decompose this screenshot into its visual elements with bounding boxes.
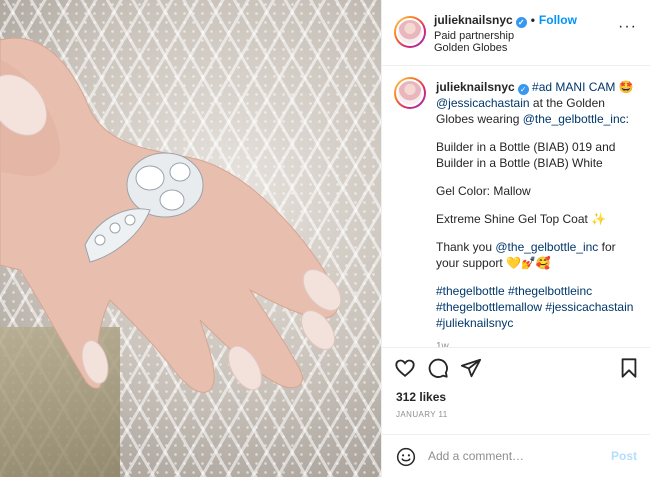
verified-badge-icon: ✓ xyxy=(515,17,527,28)
caption-line1[interactable]: #ad MANI CAM 🤩 xyxy=(532,80,634,94)
location-link[interactable]: Golden Globes xyxy=(434,42,507,54)
caption-products: Builder in a Bottle (BIAB) 019 and Build… xyxy=(436,140,616,170)
post-photo[interactable] xyxy=(0,0,381,477)
caption-gel-color: Gel Color: Mallow xyxy=(436,184,531,198)
caption-line1c: : xyxy=(625,112,629,126)
caption-verified-badge-icon: ✓ xyxy=(517,84,529,95)
caption-intro: julieknailsnyc ✓ #ad MANI CAM 🤩 @jessicac… xyxy=(436,79,636,127)
comment-bar: Post xyxy=(382,434,650,477)
like-heart-icon[interactable] xyxy=(394,357,416,379)
mention-gelbottle-thanks[interactable]: @the_gelbottle_inc xyxy=(495,240,598,254)
author-username[interactable]: julieknailsnyc xyxy=(434,13,513,27)
share-send-icon[interactable] xyxy=(460,357,482,379)
comment-input[interactable] xyxy=(428,446,598,466)
caption-time-ago[interactable]: 1w xyxy=(436,339,636,347)
action-bar xyxy=(382,350,650,386)
caption-thanks: Thank you @the_gelbottle_inc for your su… xyxy=(436,239,636,271)
post-header: julieknailsnyc ✓ • Follow Paid partnership … xyxy=(382,0,650,66)
caption-thanks-a: Thank you xyxy=(436,240,496,254)
photo-hand-illustration xyxy=(0,37,342,393)
caption-text: julieknailsnyc ✓ #ad MANI CAM 🤩 @jessicac… xyxy=(436,79,636,347)
caption-area: julieknailsnyc ✓ #ad MANI CAM 🤩 @jessicac… xyxy=(382,67,650,348)
caption-hashtags[interactable]: #thegelbottle #thegelbottleinc #thegelbo… xyxy=(436,283,636,331)
more-options-icon[interactable]: ··· xyxy=(618,19,637,35)
follow-button[interactable]: Follow xyxy=(539,13,577,27)
author-avatar[interactable] xyxy=(394,16,426,48)
paid-partnership-label[interactable]: Paid partnership xyxy=(434,30,514,42)
comment-bubble-icon[interactable] xyxy=(427,357,449,379)
caption-top-coat: Extreme Shine Gel Top Coat ✨ xyxy=(436,212,607,226)
post-side-panel: julieknailsnyc ✓ • Follow Paid partnership … xyxy=(381,0,650,477)
caption-author-avatar[interactable] xyxy=(394,77,426,109)
post-comment-button[interactable]: Post xyxy=(611,449,637,463)
caption-username[interactable]: julieknailsnyc xyxy=(436,80,515,94)
emoji-smiley-icon[interactable] xyxy=(396,447,416,467)
save-bookmark-icon[interactable] xyxy=(618,357,640,379)
author-line: julieknailsnyc ✓ • Follow xyxy=(434,13,577,28)
mention-gelbottle[interactable]: @the_gelbottle_inc xyxy=(523,112,626,126)
mention-jessicachastain[interactable]: @jessicachastain xyxy=(436,96,530,110)
likes-count[interactable]: 312 likes xyxy=(396,390,446,404)
post-date[interactable]: JANUARY 11 xyxy=(396,410,448,419)
separator-dot: • xyxy=(530,13,535,27)
